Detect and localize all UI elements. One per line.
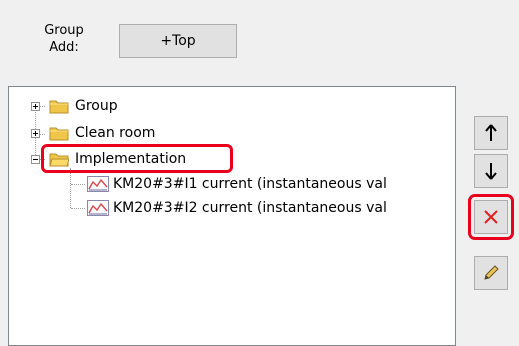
expand-plus-icon[interactable] — [31, 102, 40, 111]
group-add-label-line1: Group — [44, 23, 84, 38]
folder-icon — [49, 127, 69, 141]
collapse-minus-icon[interactable] — [31, 155, 40, 164]
trend-chart-icon — [87, 176, 109, 192]
tree-node-child-2[interactable]: KM20#3#I2 current (instantaneous val — [9, 197, 449, 219]
group-add-label: Group Add: — [34, 22, 94, 56]
move-down-button[interactable] — [474, 154, 508, 188]
add-top-group-button-label: +Top — [160, 33, 196, 49]
arrow-down-icon — [485, 163, 497, 180]
tree-node-group[interactable]: Group — [9, 96, 449, 118]
expand-plus-icon[interactable] — [31, 129, 40, 138]
edit-button[interactable] — [474, 256, 508, 290]
pencil-icon — [484, 265, 499, 280]
tree-node-label: KM20#3#I2 current (instantaneous val — [113, 200, 387, 216]
tree-node-label: KM20#3#I1 current (instantaneous val — [113, 176, 387, 192]
tree-node-label: Group — [75, 98, 118, 114]
group-tree[interactable]: Group Clean room Implementation KM20#3#I… — [8, 86, 456, 346]
tree-node-child-1[interactable]: KM20#3#I1 current (instantaneous val — [9, 173, 449, 195]
tree-node-label: Clean room — [75, 125, 156, 141]
tree-node-clean-room[interactable]: Clean room — [9, 121, 449, 143]
add-top-group-button[interactable]: +Top — [119, 24, 237, 58]
move-up-button[interactable] — [474, 116, 508, 150]
group-add-label-line2: Add: — [49, 40, 79, 55]
highlight-box-delete — [468, 194, 514, 240]
folder-icon — [49, 100, 69, 114]
arrow-up-icon — [485, 124, 497, 141]
trend-chart-icon — [87, 200, 109, 216]
highlight-box-implementation — [41, 144, 233, 173]
